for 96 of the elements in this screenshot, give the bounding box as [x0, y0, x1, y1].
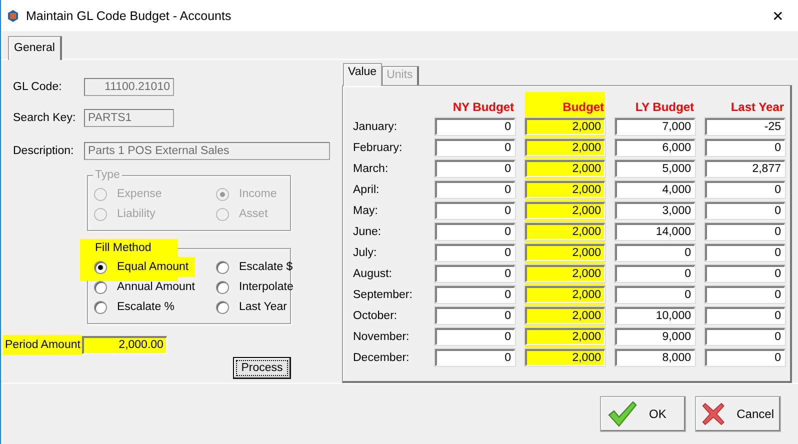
amount-field[interactable]: 0	[435, 118, 515, 135]
amount-field[interactable]: 2,000	[525, 181, 605, 198]
month-label: August:	[353, 267, 393, 282]
radio-label: Expense	[116, 187, 163, 201]
process-button[interactable]: Process	[233, 357, 291, 379]
amount-field[interactable]: 0	[705, 139, 785, 156]
amount-field[interactable]: 2,000	[525, 118, 605, 135]
amount-field[interactable]: 6,000	[615, 139, 695, 156]
checkmark-icon	[607, 401, 637, 427]
amount-field[interactable]: 0	[435, 286, 515, 303]
radio-button[interactable]	[94, 280, 107, 294]
radio-label: Annual Amount	[116, 280, 196, 294]
cancel-button[interactable]: Cancel	[695, 396, 781, 432]
amount-field[interactable]: 0	[435, 244, 515, 261]
month-label: January:	[353, 120, 398, 135]
amount-field[interactable]: 2,000	[525, 265, 605, 282]
cross-icon	[702, 400, 725, 428]
radio-label: Interpolate	[238, 280, 294, 294]
amount-field[interactable]: 0	[705, 223, 785, 240]
amount-field[interactable]: 0	[705, 244, 785, 261]
amount-field[interactable]: 3,000	[615, 202, 695, 219]
amount-field[interactable]: 0	[435, 349, 515, 366]
field-label: Period Amount	[3, 335, 82, 355]
type-group-legend: Type	[93, 168, 122, 182]
amount-field[interactable]: 10,000	[615, 307, 695, 324]
column-header: LY Budget	[634, 99, 695, 115]
amount-field[interactable]: 2,000	[525, 202, 605, 219]
amount-field[interactable]: 7,000	[615, 118, 695, 135]
radio-label: Last Year	[238, 300, 288, 314]
amount-field[interactable]: -25	[705, 118, 785, 135]
month-label: March:	[353, 162, 390, 177]
column-header: Budget	[562, 99, 605, 115]
month-label: April:	[353, 183, 380, 198]
tab[interactable]: General	[8, 36, 62, 60]
month-label: October:	[353, 309, 398, 324]
amount-field[interactable]: 0	[705, 307, 785, 324]
radio-button[interactable]	[216, 300, 229, 314]
radio-label: Asset	[238, 207, 269, 221]
radio-button[interactable]	[94, 260, 107, 274]
amount-field[interactable]: 2,877	[705, 160, 785, 177]
radio-label: Equal Amount	[115, 260, 191, 274]
amount-field[interactable]: 0	[705, 349, 785, 366]
radio-button[interactable]	[216, 260, 229, 274]
radio-button[interactable]	[94, 300, 107, 314]
amount-field[interactable]: 0	[615, 265, 695, 282]
amount-field[interactable]: 2,000	[525, 328, 605, 345]
amount-field[interactable]: 0	[435, 307, 515, 324]
amount-field[interactable]: 2,000	[525, 223, 605, 240]
field-label: Description:	[13, 144, 75, 156]
amount-field[interactable]: 0	[435, 328, 515, 345]
radio-button[interactable]	[216, 280, 229, 294]
month-label: July:	[353, 246, 378, 261]
radio-label: Income	[238, 187, 278, 201]
amount-field[interactable]: 0	[705, 328, 785, 345]
column-header: NY Budget	[452, 99, 515, 115]
amount-field[interactable]: 0	[435, 139, 515, 156]
amount-field[interactable]: 0	[705, 286, 785, 303]
amount-field[interactable]: 0	[705, 265, 785, 282]
column-header: Last Year	[730, 99, 785, 115]
amount-field[interactable]: 8,000	[615, 349, 695, 366]
amount-field[interactable]: 0	[435, 223, 515, 240]
amount-field[interactable]: 2,000	[525, 139, 605, 156]
amount-field[interactable]: 2,000	[525, 307, 605, 324]
app-icon	[7, 8, 19, 22]
month-label: September:	[353, 288, 414, 303]
amount-field[interactable]: 0	[435, 202, 515, 219]
amount-field[interactable]: 9,000	[615, 328, 695, 345]
month-label: November:	[353, 330, 410, 345]
radio-label: Liability	[116, 207, 156, 221]
amount-field[interactable]: 5,000	[615, 160, 695, 177]
amount-field[interactable]: 2,000	[525, 160, 605, 177]
input-field[interactable]: 2,000.00	[82, 336, 168, 354]
amount-field[interactable]: 14,000	[615, 223, 695, 240]
amount-field[interactable]: 0	[705, 202, 785, 219]
field-label: Search Key:	[13, 112, 77, 124]
close-button[interactable]: ✕	[758, 8, 798, 24]
radio-label: Escalate %	[116, 300, 176, 314]
window-title: Maintain GL Code Budget - Accounts	[26, 8, 232, 22]
amount-field[interactable]: 2,000	[525, 286, 605, 303]
amount-field[interactable]: 4,000	[615, 181, 695, 198]
amount-field[interactable]: 0	[435, 265, 515, 282]
month-label: February:	[353, 141, 404, 156]
field-label: GL Code:	[13, 80, 63, 92]
amount-field[interactable]: 0	[705, 181, 785, 198]
radio-label: Escalate $	[238, 260, 294, 274]
amount-field[interactable]: 0	[615, 244, 695, 261]
amount-field[interactable]: 0	[615, 286, 695, 303]
amount-field[interactable]: 2,000	[525, 349, 605, 366]
month-label: May:	[353, 204, 379, 219]
amount-field[interactable]: 0	[435, 181, 515, 198]
amount-field[interactable]: 2,000	[525, 244, 605, 261]
amount-field[interactable]: 0	[435, 160, 515, 177]
month-label: June:	[353, 225, 382, 240]
tab[interactable]: Value	[343, 63, 382, 86]
ok-button[interactable]: OK	[600, 396, 686, 432]
month-label: December:	[353, 351, 410, 366]
